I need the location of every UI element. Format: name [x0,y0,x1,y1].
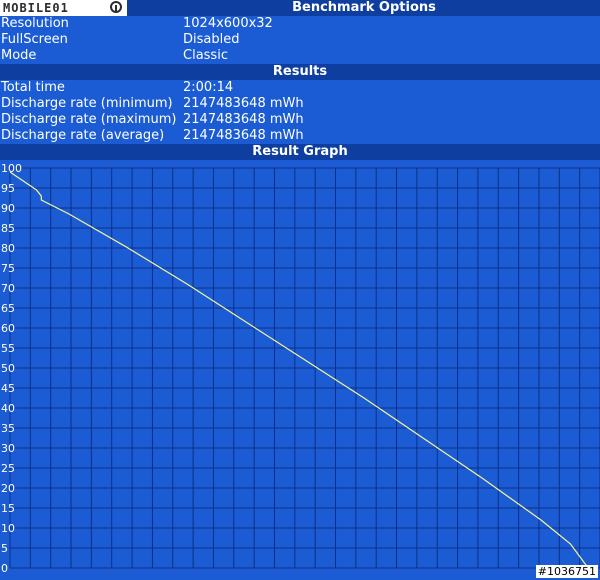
result-value: 2147483648 mWh [183,128,304,143]
option-value: Disabled [183,32,240,47]
y-tick-label: 90 [1,202,15,215]
result-row-total-time: Total time 2:00:14 [0,80,600,96]
y-tick-label: 30 [1,442,15,455]
result-row-discharge-avg: Discharge rate (average) 2147483648 mWh [0,128,600,144]
option-row-resolution: Resolution 1024x600x32 [0,16,600,32]
result-graph: 0510152025303540455055606570758085909510… [1,162,600,575]
result-graph-header: Result Graph [0,144,600,160]
result-label: Discharge rate (average) [1,128,165,143]
y-tick-label: 45 [1,382,15,395]
mobile01-logo: MOBILE01 [0,0,128,16]
y-tick-label: 40 [1,402,15,415]
result-label: Total time [1,80,65,95]
y-tick-label: 85 [1,222,15,235]
battery-discharge-line [9,171,589,569]
result-label: Discharge rate (minimum) [1,96,173,111]
result-value: 2147483648 mWh [183,112,304,127]
power-icon [110,1,122,13]
y-tick-label: 60 [1,322,15,335]
y-tick-label: 80 [1,242,15,255]
option-row-fullscreen: FullScreen Disabled [0,32,600,48]
y-tick-label: 70 [1,282,15,295]
option-value: 1024x600x32 [183,16,273,31]
logo-text: MOBILE01 [3,1,69,15]
benchmark-options-header: Benchmark Options [128,0,600,16]
result-label: Discharge rate (maximum) [1,112,177,127]
y-tick-label: 50 [1,362,15,375]
y-tick-label: 10 [1,522,15,535]
option-value: Classic [183,48,228,63]
y-tick-label: 20 [1,482,15,495]
y-tick-label: 25 [1,462,15,475]
serial-number: #1036751 [535,565,598,578]
result-value: 2147483648 mWh [183,96,304,111]
result-row-discharge-max: Discharge rate (maximum) 2147483648 mWh [0,112,600,128]
option-label: Resolution [1,16,69,31]
result-value: 2:00:14 [183,80,234,95]
y-tick-label: 5 [1,542,8,555]
results-header: Results [0,64,600,80]
y-tick-label: 65 [1,302,15,315]
y-tick-label: 35 [1,422,15,435]
option-label: Mode [1,48,37,63]
option-row-mode: Mode Classic [0,48,600,64]
y-tick-label: 95 [1,182,15,195]
y-tick-label: 75 [1,262,15,275]
y-tick-label: 55 [1,342,15,355]
option-label: FullScreen [1,32,68,47]
result-row-discharge-min: Discharge rate (minimum) 2147483648 mWh [0,96,600,112]
y-tick-label: 15 [1,502,15,515]
y-tick-label: 0 [1,562,8,575]
